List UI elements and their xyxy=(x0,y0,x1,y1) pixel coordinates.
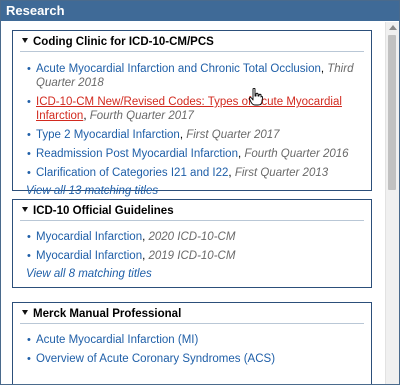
bullet-icon: • xyxy=(27,63,31,75)
view-all-link[interactable]: View all 13 matching titles xyxy=(13,185,371,197)
collapse-triangle-icon[interactable] xyxy=(22,207,28,212)
result-link[interactable]: Overview of Acute Coronary Syndromes (AC… xyxy=(36,353,275,365)
result-source: Fourth Quarter 2016 xyxy=(244,148,349,160)
result-source: First Quarter 2017 xyxy=(186,129,280,141)
collapse-triangle-icon[interactable] xyxy=(22,310,28,315)
section-divider xyxy=(20,220,364,221)
bullet-icon: • xyxy=(27,353,31,365)
bullet-icon: • xyxy=(27,148,31,160)
result-source: 2020 ICD-10-CM xyxy=(148,231,236,243)
list-item: • Myocardial Infarction, 2019 ICD-10-CM xyxy=(27,250,236,262)
hand-pointer-icon xyxy=(249,88,263,106)
bullet-icon: • xyxy=(27,96,31,108)
result-source: 2019 ICD-10-CM xyxy=(148,250,236,262)
section-divider xyxy=(20,51,364,52)
result-link[interactable]: Myocardial Infarction xyxy=(36,231,142,243)
list-item: • Acute Myocardial Infarction and Chroni… xyxy=(27,63,354,89)
section-divider xyxy=(20,323,364,324)
bullet-icon: • xyxy=(27,167,31,179)
result-link[interactable]: Acute Myocardial Infarction (MI) xyxy=(36,334,198,346)
section-title: Coding Clinic for ICD-10-CM/PCS xyxy=(33,36,214,48)
section-official-guidelines: ICD-10 Official Guidelines • Myocardial … xyxy=(12,199,372,288)
result-list: • Acute Myocardial Infarction and Chroni… xyxy=(13,62,371,180)
bullet-icon: • xyxy=(27,231,31,243)
result-list: • Myocardial Infarction, 2020 ICD-10-CM … xyxy=(13,230,371,263)
view-all-link[interactable]: View all 8 matching titles xyxy=(13,268,371,280)
list-item: • Myocardial Infarction, 2020 ICD-10-CM xyxy=(27,231,236,243)
result-link[interactable]: Type 2 Myocardial Infarction xyxy=(36,129,180,141)
result-source: Fourth Quarter 2017 xyxy=(89,110,194,122)
section-header[interactable]: Coding Clinic for ICD-10-CM/PCS xyxy=(13,34,371,52)
section-title: ICD-10 Official Guidelines xyxy=(33,205,174,217)
list-item: • Readmission Post Myocardial Infarction… xyxy=(27,148,349,160)
result-link[interactable]: Myocardial Infarction xyxy=(36,250,142,262)
section-header[interactable]: ICD-10 Official Guidelines xyxy=(13,203,371,221)
list-item: • Type 2 Myocardial Infarction, First Qu… xyxy=(27,129,280,141)
bullet-icon: • xyxy=(27,334,31,346)
list-item: • Acute Myocardial Infarction (MI) xyxy=(13,333,371,347)
panel-content[interactable]: Coding Clinic for ICD-10-CM/PCS • Acute … xyxy=(1,22,385,384)
research-panel: Research Coding Clinic for ICD-10-CM/PCS… xyxy=(0,0,400,385)
collapse-triangle-icon[interactable] xyxy=(22,38,28,43)
section-merck-manual: Merck Manual Professional • Acute Myocar… xyxy=(12,302,372,384)
result-source: First Quarter 2013 xyxy=(234,167,329,179)
bullet-icon: • xyxy=(27,129,31,141)
scroll-thumb[interactable] xyxy=(388,35,396,190)
list-item: • Overview of Acute Coronary Syndromes (… xyxy=(13,352,371,366)
result-link[interactable]: Acute Myocardial Infarction and Chronic … xyxy=(36,63,321,75)
section-coding-clinic: Coding Clinic for ICD-10-CM/PCS • Acute … xyxy=(12,30,372,197)
result-list: • Acute Myocardial Infarction (MI) • Ove… xyxy=(13,333,371,366)
list-item: • ICD-10-CM New/Revised Codes: Types of … xyxy=(27,96,342,122)
result-link[interactable]: Clarification of Categories I21 and I22 xyxy=(36,167,228,179)
result-link[interactable]: Readmission Post Myocardial Infarction xyxy=(36,148,238,160)
list-item: • Clarification of Categories I21 and I2… xyxy=(27,167,329,179)
vertical-scrollbar[interactable] xyxy=(385,22,399,384)
section-title: Merck Manual Professional xyxy=(33,308,182,320)
panel-title: Research xyxy=(1,1,399,21)
scroll-up-arrow-icon[interactable] xyxy=(389,25,397,30)
section-header[interactable]: Merck Manual Professional xyxy=(13,306,371,324)
bullet-icon: • xyxy=(27,250,31,262)
